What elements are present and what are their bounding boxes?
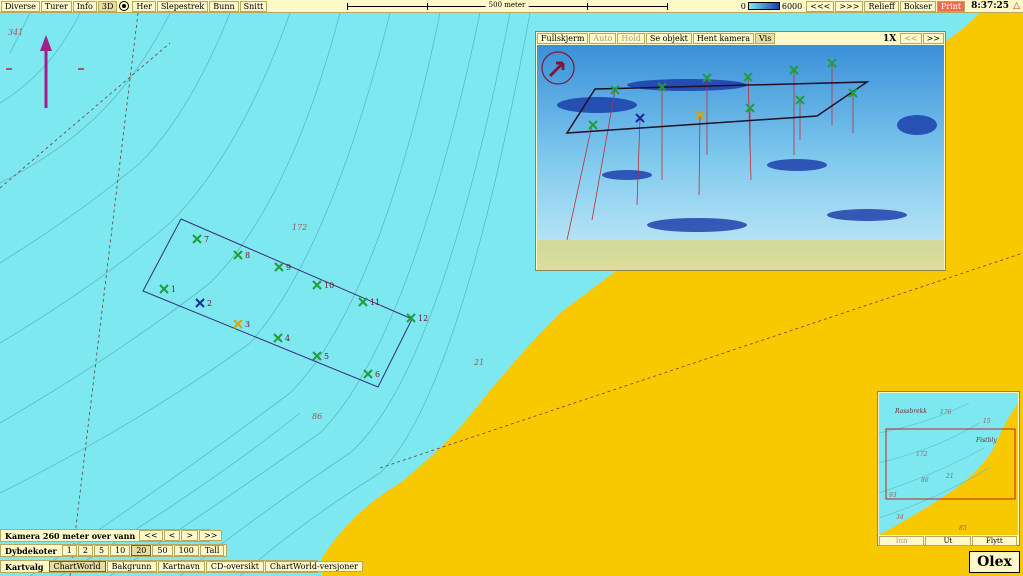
mark-label: 1 xyxy=(171,285,176,294)
minimap-label: Fistbly xyxy=(976,437,997,444)
depth-max-label: 6000 xyxy=(781,1,803,11)
mark-label: 5 xyxy=(324,352,329,361)
contour-50-button[interactable]: 50 xyxy=(152,545,173,556)
mark-label: 11 xyxy=(370,298,380,307)
contour-numbers-button[interactable]: Tall xyxy=(199,545,225,556)
mark-label: 2 xyxy=(207,299,212,308)
auto-button[interactable]: Auto xyxy=(589,33,617,44)
minimap-label: 176 xyxy=(940,409,952,416)
camera-first-button[interactable]: << xyxy=(139,530,163,541)
chart-controls: Kartvalg ChartWorld Bakgrunn Kartnavn CD… xyxy=(0,560,363,573)
menu-diverse[interactable]: Diverse xyxy=(1,0,40,12)
menu-slepestrek[interactable]: Slepestrek xyxy=(156,0,209,12)
mark-label: 9 xyxy=(286,263,291,272)
hold-button[interactable]: Hold xyxy=(617,33,645,44)
camera-last-button[interactable]: >> xyxy=(199,530,223,541)
menu-3d[interactable]: 3D xyxy=(97,0,118,12)
depth-label: 172 xyxy=(292,223,308,232)
scale-label: 500 meter xyxy=(485,1,529,9)
zoom-out-button[interactable]: Ut xyxy=(925,536,971,546)
clock: 8:37:25 xyxy=(971,1,1010,11)
chart-names-button[interactable]: Kartnavn xyxy=(157,561,205,572)
print-button[interactable]: Print xyxy=(936,0,966,12)
depth-label: 21 xyxy=(474,358,485,367)
mark-label: 4 xyxy=(285,334,290,343)
minimap-label: 34 xyxy=(896,514,904,521)
next-button[interactable]: >> xyxy=(922,33,944,44)
overview-minimap: Rassbrekk 176 15 172 Fistbly 86 21 93 34… xyxy=(877,391,1020,546)
show-button[interactable]: Vis xyxy=(755,33,776,44)
chartworld-versions-button[interactable]: ChartWorld-versjoner xyxy=(264,561,363,572)
contour-controls: Dybdekoter 1 2 5 10 20 50 100 Tall xyxy=(0,544,227,557)
depth-label: 86 xyxy=(312,412,323,421)
3d-terrain-view[interactable] xyxy=(537,45,944,270)
target-icon[interactable] xyxy=(119,1,130,11)
contour-100-button[interactable]: 100 xyxy=(173,545,199,556)
cd-overview-button[interactable]: CD-oversikt xyxy=(205,561,264,572)
contour-1-button[interactable]: 1 xyxy=(61,545,77,556)
minimap-label: 21 xyxy=(946,473,954,480)
minimap-label: 93 xyxy=(889,492,897,499)
minimap-toolbar: Inn Ut Flytt xyxy=(879,536,1018,546)
camera-next-button[interactable]: > xyxy=(181,530,199,541)
menu-info[interactable]: Info xyxy=(72,0,97,12)
contour-5-button[interactable]: 5 xyxy=(93,545,110,556)
minimap-label: 86 xyxy=(921,477,929,484)
scale-bar: 500 meter xyxy=(347,1,668,11)
contour-20-button[interactable]: 20 xyxy=(131,545,152,556)
camera-title: Kamera 260 meter over vann xyxy=(5,530,136,541)
camera-prev-button[interactable]: < xyxy=(163,530,181,541)
contour-10-button[interactable]: 10 xyxy=(110,545,131,556)
contour-title: Dybdekoter xyxy=(5,545,57,556)
mark-label: 12 xyxy=(418,314,428,323)
view-object-button[interactable]: Se objekt xyxy=(645,33,692,44)
background-button[interactable]: Bakgrunn xyxy=(106,561,157,572)
mark-label: 3 xyxy=(245,320,250,329)
3d-terrain-canvas[interactable] xyxy=(537,45,944,270)
boxes-button[interactable]: Bokser xyxy=(899,0,936,12)
zoom-in-button[interactable]: Inn xyxy=(879,536,925,546)
get-camera-button[interactable]: Hent kamera xyxy=(692,33,754,44)
chartworld-button[interactable]: ChartWorld xyxy=(48,561,106,572)
3d-view-panel: Fullskjerm Auto Hold Se objekt Hent kame… xyxy=(535,31,946,271)
menu-bunn[interactable]: Bunn xyxy=(209,0,239,12)
minimap-label: 85 xyxy=(959,525,967,532)
zoom-level: 1X xyxy=(882,33,897,44)
3d-toolbar: Fullskjerm Auto Hold Se objekt Hent kame… xyxy=(536,32,945,45)
chart-title: Kartvalg xyxy=(5,561,44,572)
prev-button[interactable]: << xyxy=(900,33,922,44)
minimap-label: 15 xyxy=(983,418,991,425)
menu-snitt[interactable]: Snitt xyxy=(239,0,268,12)
depth-label: 341 xyxy=(8,28,24,37)
move-button[interactable]: Flytt xyxy=(971,536,1017,546)
mark-label: 10 xyxy=(324,281,334,290)
nav-forward-button[interactable]: >>> xyxy=(835,0,864,12)
depth-min-label: 0 xyxy=(740,1,746,11)
camera-controls: Kamera 260 meter over vann << < > >> xyxy=(0,529,223,542)
warning-icon: △ xyxy=(1013,1,1020,11)
top-toolbar: Diverse Turer Info 3D Her Slepestrek Bun… xyxy=(0,0,1023,13)
menu-turer[interactable]: Turer xyxy=(40,0,72,12)
mark-label: 8 xyxy=(245,251,250,260)
contour-2-button[interactable]: 2 xyxy=(77,545,93,556)
mark-label: 7 xyxy=(204,235,209,244)
minimap-label: 172 xyxy=(916,451,928,458)
relief-button[interactable]: Relieff xyxy=(864,0,899,12)
mark-label: 6 xyxy=(375,370,380,379)
minimap-view[interactable]: Rassbrekk 176 15 172 Fistbly 86 21 93 34… xyxy=(879,393,1018,535)
olex-logo[interactable]: Olex xyxy=(969,551,1020,573)
nav-back-button[interactable]: <<< xyxy=(806,0,835,12)
minimap-label: Rassbrekk xyxy=(895,408,927,415)
menu-her[interactable]: Her xyxy=(132,0,156,12)
depth-gradient[interactable] xyxy=(747,2,780,10)
fullscreen-button[interactable]: Fullskjerm xyxy=(537,33,589,44)
